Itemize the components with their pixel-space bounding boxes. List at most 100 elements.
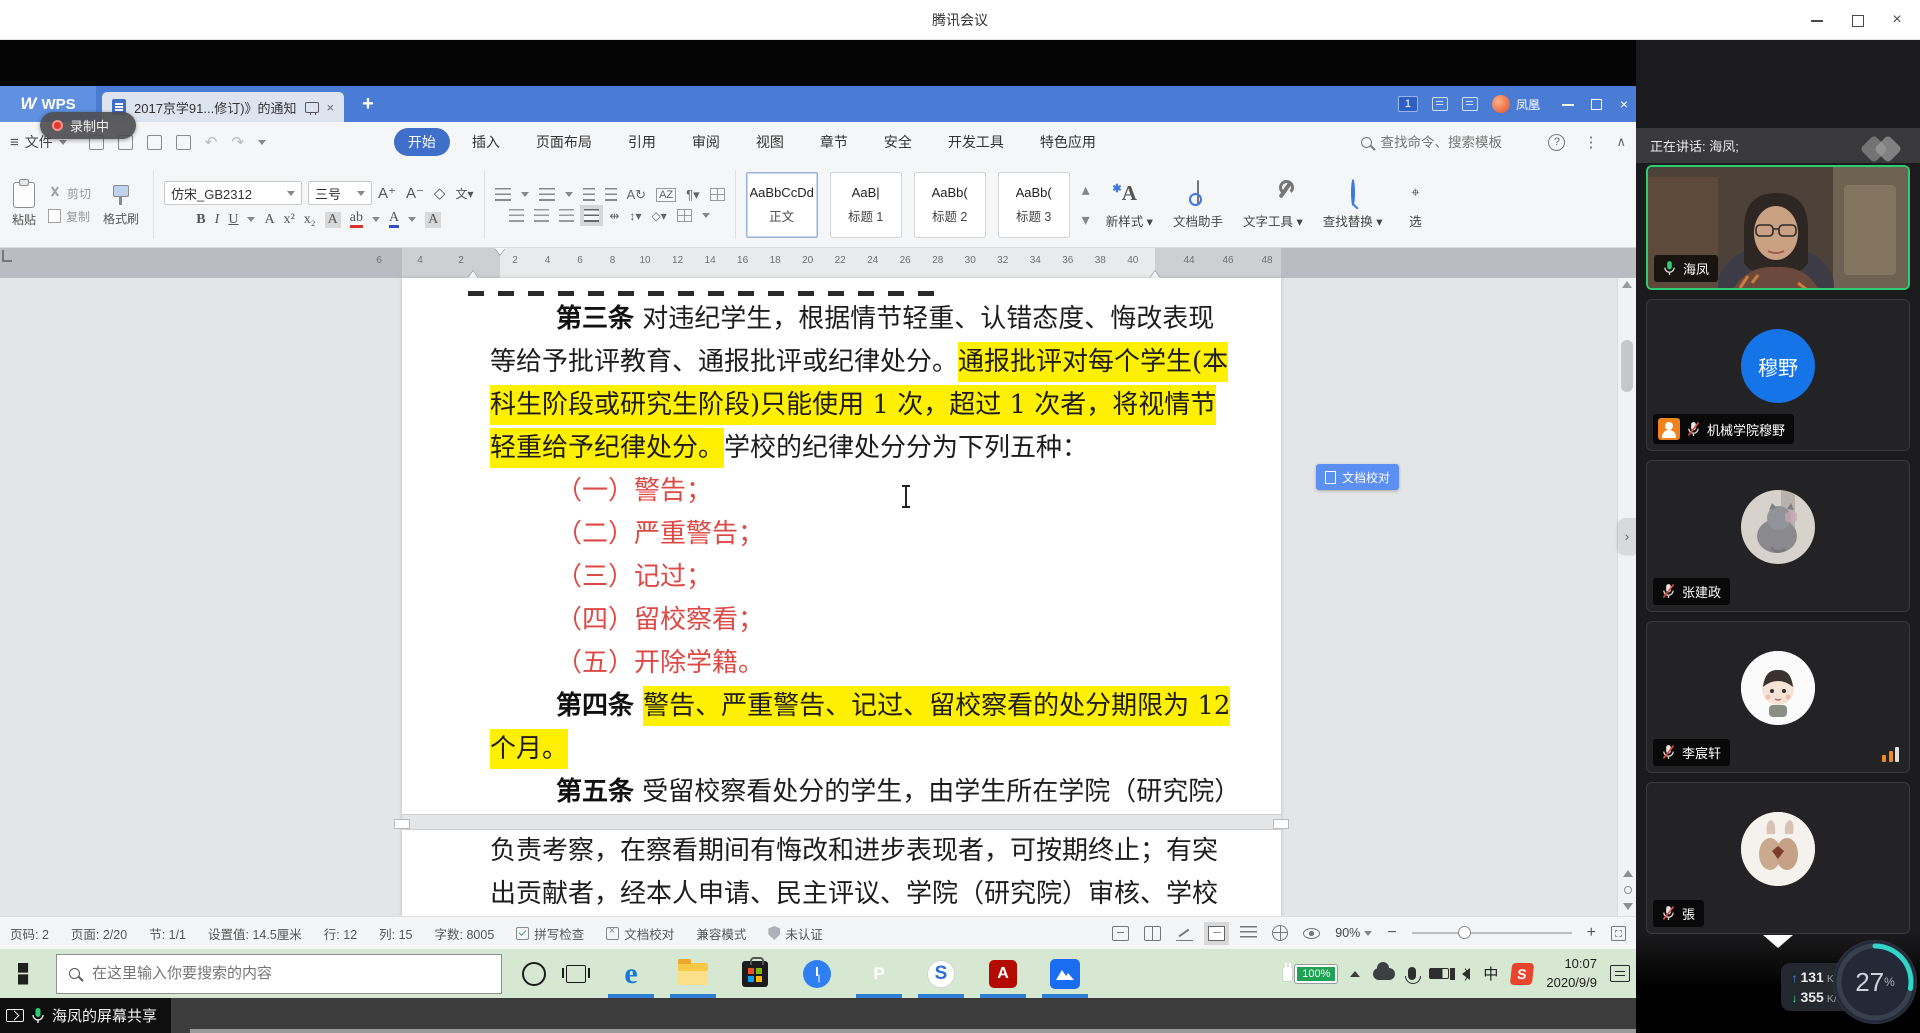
ribbon-tab[interactable]: 章节 (806, 128, 862, 156)
task-view-icon[interactable] (566, 965, 586, 983)
word-count[interactable]: 字数: 8005 (435, 924, 495, 943)
document-line[interactable]: 科生阶段或研究生阶段)只能使用 1 次，超过 1 次者，将视情节 (490, 384, 1180, 427)
zoom-level[interactable]: 90% (1335, 926, 1372, 940)
document-line[interactable]: 负责考察，在察看期间有悔改和进步表现者，可按期终止；有突 (490, 830, 1180, 873)
close-icon[interactable]: × (1890, 13, 1904, 27)
taskbar-tencent-meeting[interactable] (1034, 949, 1096, 998)
eye-protection-icon[interactable] (1303, 928, 1320, 939)
document-line[interactable]: 第四条 警告、严重警告、记过、留校察看的处分期限为 12 (490, 685, 1180, 728)
distribute-icon[interactable]: ⇹ (609, 209, 619, 223)
wps-maximize-icon[interactable] (1590, 98, 1602, 110)
cloud-sync-icon[interactable] (1462, 97, 1478, 111)
print-layout-icon[interactable] (1208, 926, 1225, 941)
borders-icon[interactable] (677, 209, 692, 222)
next-page-icon[interactable] (1623, 903, 1633, 910)
document-line[interactable]: 等给予批评教育、通报批评或纪律处分。通报批评对每个学生(本 (490, 341, 1180, 384)
first-line-indent-marker[interactable] (495, 248, 505, 255)
document-text[interactable]: 第三条 对违纪学生，根据情节轻重、认错态度、悔改表现等给予批评教育、通报批评或纪… (490, 298, 1180, 916)
italic-button[interactable]: I (215, 212, 220, 228)
align-left-icon[interactable] (509, 209, 524, 222)
text-tool-button[interactable]: 文字工具 ▾ (1233, 162, 1313, 247)
font-color-button[interactable]: A (389, 211, 399, 228)
numbered-list-icon[interactable] (539, 188, 555, 201)
char-shading-button[interactable]: A (325, 212, 341, 228)
char-border-button[interactable]: A (425, 212, 441, 228)
collapse-ribbon-icon[interactable]: ∧ (1616, 134, 1626, 150)
input-method-indicator[interactable]: 中 (1483, 963, 1498, 984)
superscript-button[interactable]: x² (284, 212, 295, 228)
justify-icon[interactable] (584, 209, 599, 222)
participant-tile[interactable]: 李宸轩 (1646, 621, 1910, 773)
document-line[interactable]: （五）开除学籍。 (490, 642, 1180, 685)
print-preview-icon[interactable] (176, 135, 191, 150)
minimize-icon[interactable] (1810, 13, 1824, 27)
style-item[interactable]: AaBbCcDd 正文 (746, 172, 818, 238)
pinyin-icon[interactable]: 文▾ (455, 185, 473, 202)
style-item[interactable]: AaBb( 标题 3 (998, 172, 1070, 238)
cut-button[interactable]: 剪切 (48, 185, 91, 202)
style-gallery-scroll[interactable]: ▴▾ (1082, 162, 1090, 247)
participant-tile-video[interactable]: 海凤 (1646, 165, 1910, 290)
document-line[interactable]: 个月。 (490, 728, 1180, 771)
windows-search-box[interactable] (56, 954, 502, 994)
cortana-icon[interactable] (522, 962, 546, 986)
doc-proofread[interactable]: 文档校对 (606, 924, 674, 943)
format-painter-button[interactable]: 格式刷 (99, 181, 143, 229)
font-size-select[interactable]: 三号 (308, 181, 372, 205)
taskbar-store[interactable] (724, 949, 786, 998)
document-line[interactable]: 第三条 对违纪学生，根据情节轻重、认错态度、悔改表现 (490, 298, 1180, 341)
taskbar-edge[interactable]: e (600, 949, 662, 998)
user-account[interactable]: 凤凰 (1492, 95, 1540, 113)
right-indent-marker[interactable] (1150, 271, 1160, 278)
participant-tile[interactable]: 张建政 (1646, 460, 1910, 612)
battery-icon[interactable] (1429, 968, 1449, 979)
hidden-icons-chevron[interactable] (1350, 971, 1360, 977)
ribbon-tab[interactable]: 审阅 (678, 128, 734, 156)
zoom-out-button[interactable]: − (1387, 924, 1396, 942)
wps-minimize-icon[interactable] (1562, 98, 1574, 110)
scrollbar-thumb[interactable] (1621, 340, 1633, 392)
ribbon-tab[interactable]: 特色应用 (1026, 128, 1110, 156)
undo-icon[interactable]: ↶ (205, 133, 218, 151)
ribbon-tab[interactable]: 引用 (614, 128, 670, 156)
copy-button[interactable]: 复制 (48, 208, 91, 225)
taskbar-clock[interactable]: 10:07 2020/9/9 (1546, 955, 1597, 993)
battery-indicator[interactable]: 100% (1283, 965, 1337, 983)
command-search-input[interactable] (1380, 135, 1530, 150)
taskbar-powerpoint[interactable]: P (848, 949, 910, 998)
help-icon[interactable]: ? (1548, 134, 1565, 151)
select-button[interactable]: ⌖ 选 (1393, 162, 1439, 247)
document-line[interactable]: （三）记过； (490, 556, 1180, 599)
section-indicator[interactable]: 节: 1/1 (149, 924, 186, 943)
taskbar-file-explorer[interactable] (662, 949, 724, 998)
taskbar-clock-app[interactable] (786, 949, 848, 998)
new-style-button[interactable]: A✱ 新样式 ▾ (1096, 162, 1163, 247)
font-name-select[interactable]: 仿宋_GB2312 (164, 181, 302, 205)
collapse-sidebar-icon[interactable] (1763, 935, 1793, 948)
ribbon-tab[interactable]: 开始 (394, 128, 450, 156)
spell-check[interactable]: 拼写检查 (516, 924, 584, 943)
underline-button[interactable]: U (228, 212, 238, 228)
align-center-icon[interactable] (534, 209, 549, 222)
taskbar-acrobat[interactable]: A (972, 949, 1034, 998)
present-mode-icon[interactable] (305, 102, 319, 113)
fit-page-icon[interactable] (1611, 926, 1626, 941)
setting-value[interactable]: 设置值: 14.5厘米 (208, 924, 302, 943)
maximize-icon[interactable] (1850, 13, 1864, 27)
taskbar-s-browser[interactable]: S (910, 949, 972, 998)
performance-indicator[interactable]: 27 % (1834, 941, 1916, 1023)
sort-icon[interactable]: AZ (656, 188, 676, 202)
style-item[interactable]: AaB| 标题 1 (830, 172, 902, 238)
increase-indent-icon[interactable] (605, 188, 617, 201)
zoom-slider[interactable] (1412, 932, 1572, 934)
insert-table-icon[interactable] (710, 188, 725, 201)
decrease-indent-icon[interactable] (583, 188, 595, 201)
line-indicator[interactable]: 行: 12 (324, 924, 357, 943)
document-page[interactable]: 第三条 对违纪学生，根据情节轻重、认错态度、悔改表现等给予批评教育、通报批评或纪… (402, 278, 1281, 916)
strikethrough-button[interactable]: A (264, 212, 274, 228)
ribbon-tab[interactable]: 开发工具 (934, 128, 1018, 156)
compat-mode[interactable]: 兼容模式 (696, 924, 746, 943)
zoom-in-button[interactable]: + (1587, 924, 1596, 942)
line-spacing-icon[interactable]: ↕▾ (629, 209, 641, 223)
ribbon-tab[interactable]: 安全 (870, 128, 926, 156)
